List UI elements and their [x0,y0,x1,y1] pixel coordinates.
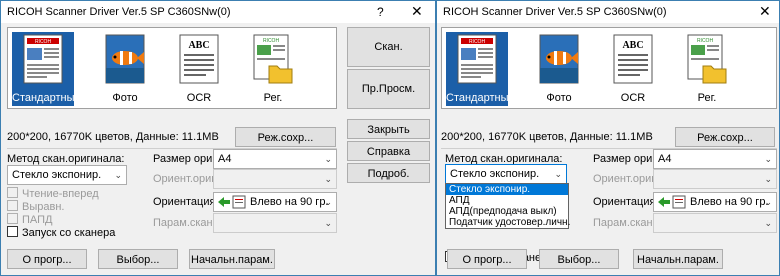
close-button[interactable]: Закрыть [347,119,430,139]
dropdown-option[interactable]: АПД(предподача выкл) [446,206,568,217]
dropdown-option[interactable]: Податчик удостовер.личн. [446,217,570,228]
window-title: RICOH Scanner Driver Ver.5 SP C360SNw(0) [443,6,667,18]
start-from-scanner-checkbox[interactable]: Запуск со сканера [7,226,115,239]
chevron-down-icon: ⌄ [324,154,332,164]
original-type-label: Ориент.ориг.: [153,173,221,185]
scan-param-label: Парам.скан.: [153,217,219,229]
help-button[interactable]: Справка [347,141,430,161]
rotate-left-icon [218,195,246,209]
scan-method-dropdown-list: Стекло экспонир. АПД АПД(предподача выкл… [445,183,570,229]
mode-ocr[interactable]: ABC OCR [168,32,230,106]
chevron-down-icon: ⌄ [114,170,122,180]
preview-button[interactable]: Пр.Просм. [347,69,430,109]
scan-param-select[interactable]: ⌄ [653,213,777,233]
scan-button[interactable]: Скан. [347,27,430,67]
window-title: RICOH Scanner Driver Ver.5 SP C360SNw(0) [7,6,231,18]
chevron-down-icon: ⌄ [554,169,562,179]
defaults-button[interactable]: Начальн.парам. [189,249,275,269]
mode-standard[interactable]: RICOH Стандартный [12,32,81,106]
help-icon[interactable]: ? [377,5,384,19]
svg-text:RICOH: RICOH [263,38,280,44]
chevron-down-icon: ⌄ [324,174,332,184]
select-button[interactable]: Выбор... [98,249,178,269]
standard-document-icon: RICOH [23,34,63,84]
registered-folder-icon: RICOH [687,34,727,84]
scanner-window-main: RICOH Scanner Driver Ver.5 SP C360SNw(0)… [0,0,436,276]
mode-registered[interactable]: RICOH Рег. [242,32,304,106]
scan-mode-panel: RICOH Стандартный Фото ABC OCR RICOH Рег… [7,27,337,109]
title-bar: RICOH Scanner Driver Ver.5 SP C360SNw(0)… [437,1,779,23]
orientation-select[interactable]: Влево на 90 гр. ⌄ [653,192,777,212]
about-button[interactable]: О прогр... [447,249,527,269]
ocr-document-icon: ABC [179,34,219,84]
svg-text:RICOH: RICOH [469,39,486,45]
details-button[interactable]: Подроб. [347,163,430,183]
select-button[interactable]: Выбор... [539,249,619,269]
svg-text:ABC: ABC [622,40,643,51]
scan-method-select[interactable]: Стекло экспонир. ⌄ [445,164,567,184]
papd-checkbox[interactable]: ПАПД [7,213,52,226]
ocr-document-icon: ABC [613,34,653,84]
registered-folder-icon: RICOH [253,34,293,84]
chevron-down-icon: ⌄ [324,218,332,228]
dropdown-option[interactable]: Стекло экспонир. [446,184,568,195]
mode-label: OCR [186,92,212,104]
mode-label: Стандартный [12,92,81,104]
standard-document-icon: RICOH [457,34,497,84]
scan-param-label: Парам.скан.: [593,217,659,229]
mode-photo[interactable]: Фото [528,32,590,106]
original-type-select[interactable]: ⌄ [653,169,777,189]
scanner-window-dropdown: RICOH Scanner Driver Ver.5 SP C360SNw(0)… [436,0,780,276]
mode-label: Фото [112,92,138,104]
save-mode-button[interactable]: Реж.сохр... [235,127,336,147]
original-size-label: Размер ориг.: [593,153,662,165]
chevron-down-icon: ⌄ [764,197,772,207]
mode-photo[interactable]: Фото [94,32,156,106]
defaults-button[interactable]: Начальн.парам. [633,249,723,269]
mode-label: Рег. [263,92,283,104]
orientation-select[interactable]: Влево на 90 гр. ⌄ [213,192,337,212]
close-icon[interactable]: ✕ [759,3,771,20]
read-ahead-checkbox[interactable]: Чтение-вперед [7,187,99,200]
chevron-down-icon: ⌄ [764,174,772,184]
scan-method-select[interactable]: Стекло экспонир. ⌄ [7,165,127,185]
original-type-label: Ориент.ориг.: [593,173,661,185]
mode-registered[interactable]: RICOH Рег. [676,32,738,106]
chevron-down-icon: ⌄ [764,154,772,164]
svg-text:RICOH: RICOH [697,38,714,44]
scan-info: 200*200, 16770K цветов, Данные: 11.1MB [441,131,653,143]
scan-method-label: Метод скан.оригинала: [7,153,125,165]
svg-text:RICOH: RICOH [35,39,52,45]
mode-label: Рег. [697,92,717,104]
rotate-left-icon [658,195,686,209]
about-button[interactable]: О прогр... [7,249,87,269]
clownfish-photo-icon [539,34,579,84]
clownfish-photo-icon [105,34,145,84]
original-size-label: Размер ориг.: [153,153,222,165]
title-bar: RICOH Scanner Driver Ver.5 SP C360SNw(0)… [1,1,435,23]
original-size-select[interactable]: A4 ⌄ [213,149,337,169]
close-icon[interactable]: ✕ [411,3,423,20]
mode-label: OCR [620,92,646,104]
scan-param-select[interactable]: ⌄ [213,213,337,233]
svg-text:ABC: ABC [188,40,209,51]
mode-standard[interactable]: RICOH Стандартный [446,32,515,106]
chevron-down-icon: ⌄ [764,218,772,228]
chevron-down-icon: ⌄ [324,197,332,207]
scan-mode-panel: RICOH Стандартный Фото ABC OCR RICOH Рег… [441,27,777,109]
dropdown-option[interactable]: АПД [446,195,568,206]
align-checkbox[interactable]: Выравн. [7,200,64,213]
original-type-select[interactable]: ⌄ [213,169,337,189]
save-mode-button[interactable]: Реж.сохр... [675,127,775,147]
scan-info: 200*200, 16770K цветов, Данные: 11.1MB [7,131,219,143]
mode-ocr[interactable]: ABC OCR [602,32,664,106]
orientation-label: Ориентация: [153,196,219,208]
mode-label: Стандартный [446,92,515,104]
original-size-select[interactable]: A4 ⌄ [653,149,777,169]
mode-label: Фото [546,92,572,104]
orientation-label: Ориентация: [593,196,659,208]
